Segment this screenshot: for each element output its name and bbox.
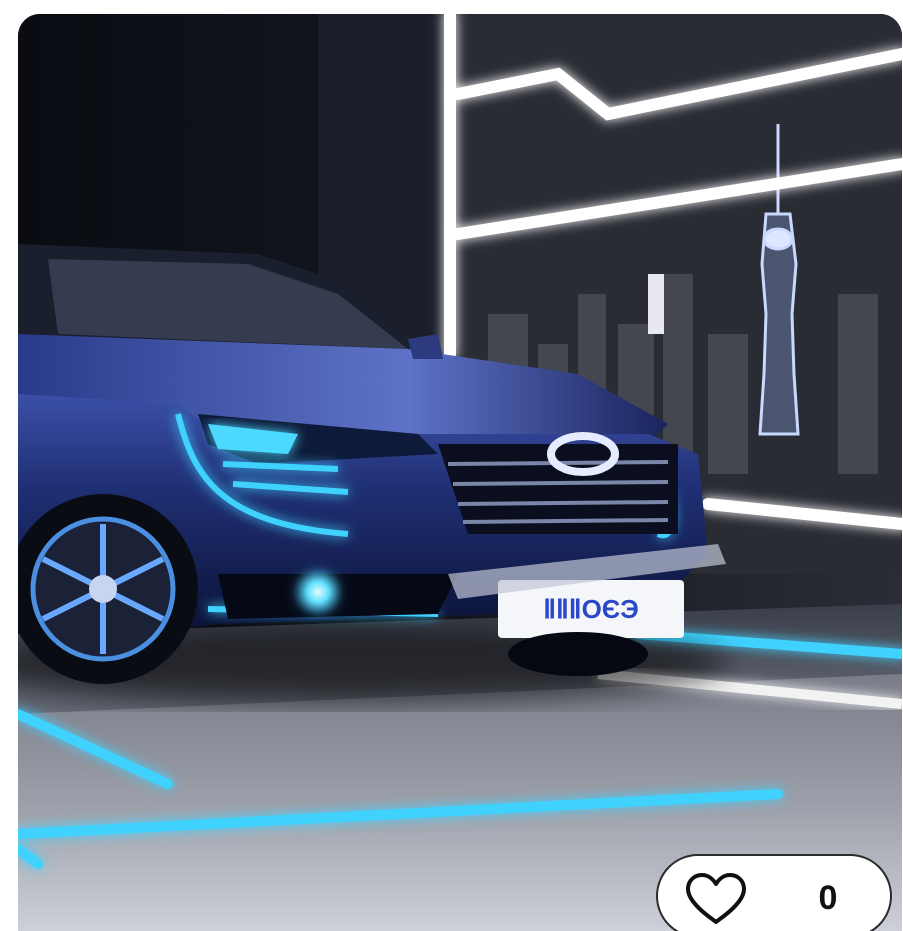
image-card[interactable]: ⅡⅡⅡOЄЭ 0 <box>18 14 902 931</box>
heart-outline-icon <box>686 873 746 924</box>
building-window <box>648 274 664 334</box>
car-photo: ⅡⅡⅡOЄЭ <box>18 14 902 931</box>
like-button[interactable]: 0 <box>656 854 892 931</box>
plate-text: ⅡⅡⅡOЄЭ <box>543 594 639 624</box>
like-count: 0 <box>818 879 838 917</box>
